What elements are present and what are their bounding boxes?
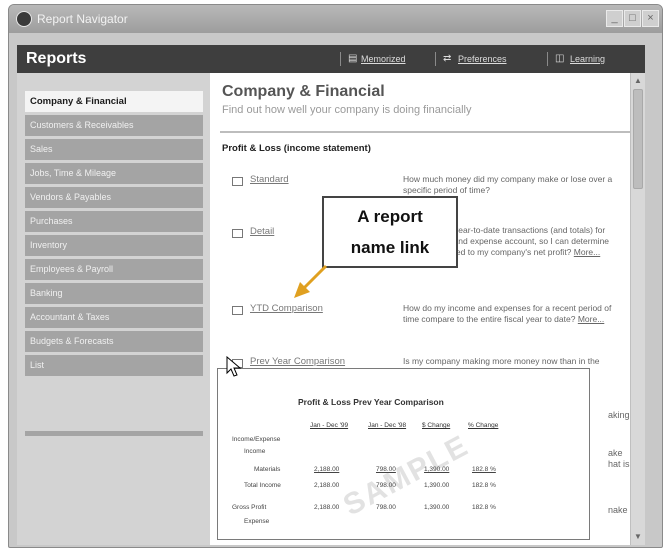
sidebar-item-vendors-payables[interactable]: Vendors & Payables <box>25 187 203 208</box>
description-fragment: nake <box>608 505 628 515</box>
reports-header: Reports ▤ Memorized ⇄ Preferences ◫ Lear… <box>17 45 645 73</box>
preview-cell: 182.8 % <box>472 504 496 511</box>
preview-cell: 2,188.00 <box>314 482 340 489</box>
divider <box>547 52 548 66</box>
preview-cell: 1,390.00 <box>424 482 450 489</box>
preferences-icon[interactable]: ⇄ <box>443 53 451 64</box>
sidebar-item-jobs-time-mileage[interactable]: Jobs, Time & Mileage <box>25 163 203 184</box>
report-description: How do my income and expenses for a rece… <box>403 303 612 324</box>
preview-cell: 2,188.00 <box>314 466 340 473</box>
callout-line: name link <box>350 238 430 257</box>
sidebar-item-list[interactable]: List <box>25 355 203 376</box>
callout-line: A report <box>357 207 423 226</box>
window-title: Report Navigator <box>37 12 128 26</box>
preview-column-header: Jan - Dec '98 <box>368 422 407 429</box>
sample-watermark: SAMPLE <box>338 428 475 523</box>
preview-column-header: % Change <box>468 422 499 429</box>
description-fragment: aking <box>608 410 630 420</box>
title-divider <box>220 131 630 133</box>
report-link-prev-year-comparison[interactable]: Prev Year Comparison <box>250 356 345 367</box>
sidebar-item-company-financial[interactable]: Company & Financial <box>25 91 203 112</box>
divider <box>435 52 436 66</box>
preview-title: Profit & Loss Prev Year Comparison <box>298 397 444 407</box>
report-link-detail[interactable]: Detail <box>250 226 274 237</box>
app-icon <box>16 11 32 27</box>
sidebar-item-accountant-taxes[interactable]: Accountant & Taxes <box>25 307 203 328</box>
report-icon[interactable] <box>232 306 243 315</box>
preview-column-header: Jan - Dec '99 <box>310 422 349 429</box>
preview-cell: 2,188.00 <box>314 504 340 511</box>
report-link-ytd-comparison[interactable]: YTD Comparison <box>250 303 323 314</box>
preview-row-label: Gross Profit <box>232 504 267 511</box>
vertical-scrollbar[interactable]: ▲ ▼ <box>630 73 645 545</box>
preview-cell: 798.00 <box>376 504 396 511</box>
reports-title: Reports <box>26 50 87 67</box>
annotation-callout: A report name link <box>322 196 458 268</box>
preview-cell: 182.8 % <box>472 466 496 473</box>
preview-row-label: Expense <box>244 518 270 525</box>
learning-link[interactable]: Learning <box>570 54 605 64</box>
learning-icon[interactable]: ◫ <box>555 53 564 64</box>
maximize-button[interactable]: □ <box>624 10 641 27</box>
scroll-up-icon[interactable]: ▲ <box>633 76 643 86</box>
preview-cell: 798.00 <box>376 482 396 489</box>
scroll-down-icon[interactable]: ▼ <box>633 532 643 542</box>
report-icon[interactable] <box>232 177 243 186</box>
preview-cell: 182.8 % <box>472 482 496 489</box>
title-bar[interactable]: Report Navigator _ □ × <box>9 5 662 33</box>
preview-column-header: $ Change <box>422 422 451 429</box>
report-category-sidebar: Company & Financial Customers & Receivab… <box>17 73 210 545</box>
preview-cell: 1,390.00 <box>424 504 450 511</box>
sidebar-item-sales[interactable]: Sales <box>25 139 203 160</box>
mouse-cursor-icon <box>226 356 242 377</box>
sidebar-item-employees-payroll[interactable]: Employees & Payroll <box>25 259 203 280</box>
section-title: Profit & Loss (income statement) <box>222 143 371 154</box>
more-link[interactable]: More... <box>578 314 604 324</box>
scrollbar-thumb[interactable] <box>633 89 643 189</box>
category-title: Company & Financial <box>222 83 385 100</box>
more-link[interactable]: More... <box>574 247 600 257</box>
report-link-standard[interactable]: Standard <box>250 174 289 185</box>
memorized-icon[interactable]: ▤ <box>348 53 357 64</box>
memorized-link[interactable]: Memorized <box>361 54 406 64</box>
callout-arrow-icon <box>294 264 328 298</box>
preview-cell: 1,390.00 <box>424 466 450 473</box>
divider <box>340 52 341 66</box>
preview-row-label: Income/Expense <box>232 436 281 443</box>
close-button[interactable]: × <box>642 10 659 27</box>
description-fragment: hat is <box>608 459 630 469</box>
preview-row-label: Income <box>244 448 266 455</box>
sidebar-item-inventory[interactable]: Inventory <box>25 235 203 256</box>
preview-row-label: Materials <box>254 466 281 473</box>
report-description: How much money did my company make or lo… <box>403 174 613 195</box>
minimize-button[interactable]: _ <box>606 10 623 27</box>
preview-cell: 798.00 <box>376 466 396 473</box>
description-fragment: ake <box>608 448 623 458</box>
report-sample-preview: SAMPLE Profit & Loss Prev Year Compariso… <box>217 368 590 540</box>
sidebar-item-banking[interactable]: Banking <box>25 283 203 304</box>
sidebar-item-budgets-forecasts[interactable]: Budgets & Forecasts <box>25 331 203 352</box>
sidebar-item-purchases[interactable]: Purchases <box>25 211 203 232</box>
report-icon[interactable] <box>232 229 243 238</box>
preview-row-label: Total Income <box>244 482 281 489</box>
sidebar-item-customers-receivables[interactable]: Customers & Receivables <box>25 115 203 136</box>
category-subtitle: Find out how well your company is doing … <box>222 104 472 116</box>
sidebar-divider <box>25 431 203 436</box>
preferences-link[interactable]: Preferences <box>458 54 507 64</box>
